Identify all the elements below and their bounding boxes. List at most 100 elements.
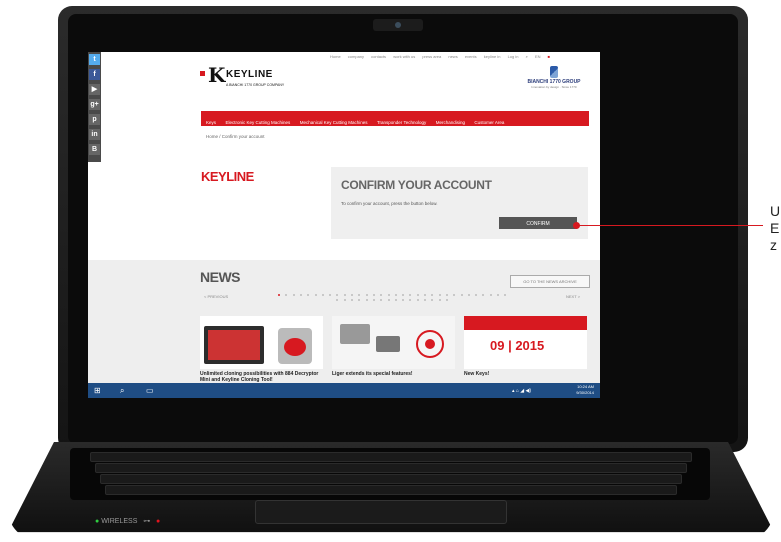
pagination-dot[interactable] <box>460 294 463 296</box>
pagination-dot[interactable] <box>424 294 426 296</box>
pagination-dot[interactable] <box>402 299 405 301</box>
pagination-dot[interactable] <box>394 299 397 301</box>
pagination-dot[interactable] <box>402 294 405 296</box>
system-tray-icons[interactable]: ▴ ⌂ ◢ ◀) <box>512 388 531 394</box>
pagination-dot[interactable] <box>445 294 448 296</box>
uk-flag-icon[interactable]: ■ <box>548 54 550 59</box>
pagination-dot[interactable] <box>394 294 397 296</box>
pinterest-icon[interactable]: p <box>89 114 100 125</box>
news-previous-link[interactable]: < PREVIOUS <box>204 294 228 299</box>
pagination-dot[interactable] <box>372 294 375 296</box>
news-card-2-title[interactable]: Liger extends its special features! <box>332 371 455 377</box>
top-nav-events[interactable]: events <box>465 54 477 59</box>
pagination-dot[interactable] <box>497 294 499 296</box>
confirm-title: CONFIRM YOUR ACCOUNT <box>341 178 492 192</box>
pagination-dot[interactable] <box>482 294 485 296</box>
nav-keys[interactable]: Keys <box>206 115 216 130</box>
twitter-icon[interactable]: t <box>89 54 100 65</box>
search-icon[interactable]: ⌕ <box>526 54 528 59</box>
task-view-icon[interactable]: ▭ <box>146 386 154 395</box>
pagination-dot[interactable] <box>358 294 361 296</box>
nav-customer-area[interactable]: Customer Area <box>474 115 504 130</box>
news-pagination-dots[interactable] <box>278 294 518 304</box>
social-sidebar: t f ▶ g+ p in B <box>88 52 101 162</box>
pagination-dot[interactable] <box>424 299 426 301</box>
windows-taskbar: ⊞ ⌕ ▭ ▴ ⌂ ◢ ◀) 10:24 AM 9/30/2014 <box>88 383 600 398</box>
pagination-dot[interactable] <box>504 294 507 296</box>
pagination-dot[interactable] <box>278 294 280 296</box>
top-nav-company[interactable]: company <box>348 54 364 59</box>
news-archive-button[interactable]: GO TO THE NEWS ARCHIVE <box>510 275 590 288</box>
pagination-dot[interactable] <box>314 294 317 296</box>
search-icon[interactable]: ⌕ <box>120 386 124 396</box>
webcam <box>373 19 423 31</box>
pagination-dot[interactable] <box>431 299 434 301</box>
confirm-button[interactable]: CONFIRM <box>499 217 577 229</box>
nav-transponder[interactable]: Transponder Technology <box>377 115 426 130</box>
news-card-image[interactable] <box>200 316 323 369</box>
breadcrumb: Home / Confirm your account <box>206 134 265 139</box>
top-nav-keyline-in[interactable]: keyline in <box>484 54 501 59</box>
top-nav-work[interactable]: work with us <box>393 54 415 59</box>
pagination-dot[interactable] <box>372 299 375 301</box>
pagination-dot[interactable] <box>438 299 441 301</box>
googleplus-icon[interactable]: g+ <box>89 99 100 110</box>
top-navigation: Home company contacts work with us press… <box>330 54 556 59</box>
confirm-text: To confirm your account, press the butto… <box>341 201 438 206</box>
news-card-image[interactable]: 09 | 2015 <box>464 316 587 369</box>
news-next-link[interactable]: NEXT > <box>566 294 580 299</box>
pagination-dot[interactable] <box>336 299 339 301</box>
pagination-dot[interactable] <box>467 294 470 296</box>
pagination-dot[interactable] <box>431 294 434 296</box>
bianchi-logo[interactable]: BIANCHI 1770 GROUP Innovation by design … <box>524 66 584 89</box>
pagination-dot[interactable] <box>438 294 441 296</box>
nav-mechanical[interactable]: Mechanical Key Cutting Machines <box>300 115 368 130</box>
pagination-dot[interactable] <box>351 299 353 301</box>
youtube-icon[interactable]: ▶ <box>89 84 100 95</box>
news-card-3-title[interactable]: New Keys! <box>464 371 587 377</box>
pagination-dot[interactable] <box>416 299 419 301</box>
pagination-dot[interactable] <box>343 299 346 301</box>
pagination-dot[interactable] <box>299 294 302 296</box>
pagination-dot[interactable] <box>329 294 332 296</box>
top-nav-login[interactable]: Log in <box>508 54 519 59</box>
pagination-dot[interactable] <box>358 299 361 301</box>
pagination-dot[interactable] <box>380 299 383 301</box>
top-nav-press[interactable]: press area <box>422 54 441 59</box>
linkedin-icon[interactable]: in <box>89 129 100 140</box>
pagination-dot[interactable] <box>489 294 492 296</box>
pagination-dot[interactable] <box>321 294 324 296</box>
taskbar-clock[interactable]: 10:24 AM 9/30/2014 <box>576 384 594 396</box>
pagination-dot[interactable] <box>416 294 419 296</box>
pagination-dot[interactable] <box>351 294 353 296</box>
pagination-dot[interactable] <box>387 299 390 301</box>
nav-electronic[interactable]: Electronic Key Cutting Machines <box>225 115 290 130</box>
news-card-1-title[interactable]: Unlimited cloning possibilities with 884… <box>200 371 323 383</box>
pagination-dot[interactable] <box>409 294 412 296</box>
news-card-image[interactable] <box>332 316 455 369</box>
pagination-dot[interactable] <box>365 294 368 296</box>
top-nav-news[interactable]: news <box>448 54 457 59</box>
facebook-icon[interactable]: f <box>89 69 100 80</box>
logo-name: KEYLINE <box>226 69 273 80</box>
pagination-dot[interactable] <box>292 294 295 296</box>
pagination-dot[interactable] <box>285 294 288 296</box>
pagination-dot[interactable] <box>445 299 448 301</box>
pagination-dot[interactable] <box>343 294 346 296</box>
pagination-dot[interactable] <box>336 294 339 296</box>
pagination-dot[interactable] <box>380 294 383 296</box>
pagination-dot[interactable] <box>365 299 368 301</box>
nav-merchandising[interactable]: Merchandising <box>436 115 465 130</box>
pagination-dot[interactable] <box>307 294 310 296</box>
language-selector[interactable]: EN <box>535 54 541 59</box>
pagination-dot[interactable] <box>387 294 390 296</box>
top-nav-home[interactable]: Home <box>330 54 341 59</box>
laptop-screen: t f ▶ g+ p in B Home company contacts wo… <box>88 52 600 398</box>
pagination-dot[interactable] <box>453 294 456 296</box>
news-section: NEWS GO TO THE NEWS ARCHIVE < PREVIOUS N… <box>88 260 600 398</box>
pagination-dot[interactable] <box>409 299 412 301</box>
windows-start-icon[interactable]: ⊞ <box>94 386 101 395</box>
top-nav-contacts[interactable]: contacts <box>371 54 386 59</box>
pagination-dot[interactable] <box>475 294 478 296</box>
blogger-icon[interactable]: B <box>89 144 100 155</box>
